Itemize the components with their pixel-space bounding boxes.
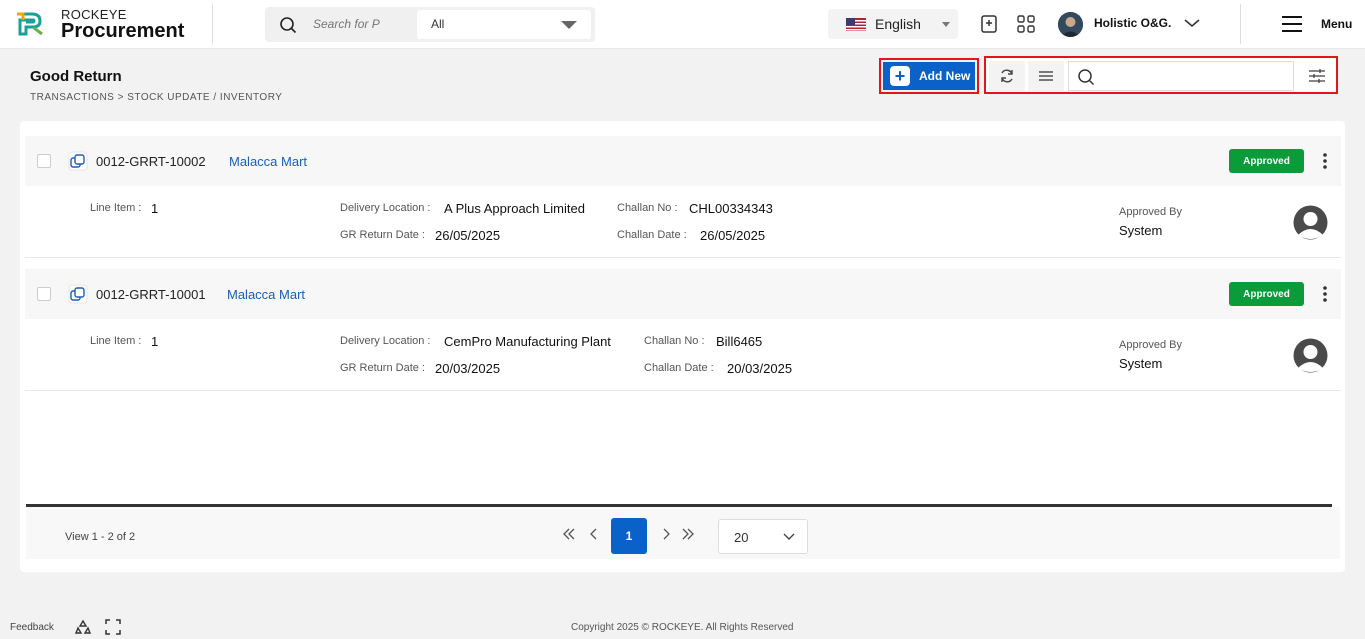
search-scope-value: All <box>431 17 445 31</box>
approved-by-label: Approved By <box>1119 339 1182 351</box>
fullscreen-icon[interactable] <box>105 619 121 635</box>
party-link[interactable]: Malacca Mart <box>229 154 307 169</box>
search-icon[interactable] <box>279 16 297 34</box>
challan-no-label: Challan No : <box>617 202 678 214</box>
kebab-icon[interactable] <box>1321 284 1329 304</box>
copy-icon[interactable] <box>68 284 88 304</box>
user-avatar-icon <box>1293 338 1328 373</box>
caret-down-icon <box>942 22 950 27</box>
user-name[interactable]: Holistic O&G. <box>1094 16 1171 30</box>
doc-number[interactable]: 0012-GRRT-10001 <box>96 287 206 302</box>
kebab-icon[interactable] <box>1321 151 1329 171</box>
chevron-down-icon <box>783 533 795 540</box>
delivery-location-label: Delivery Location : <box>340 202 431 214</box>
add-new-label: Add New <box>919 69 971 83</box>
last-page-icon[interactable] <box>681 527 695 541</box>
prev-page-icon[interactable] <box>587 527 601 541</box>
gr-return-date-label: GR Return Date : <box>340 229 425 241</box>
brand-main: Procurement <box>61 20 185 42</box>
copyright: Copyright 2025 © ROCKEYE. All Rights Res… <box>571 622 794 633</box>
search-icon <box>1078 69 1095 86</box>
delivery-location-value: CemPro Manufacturing Plant <box>444 334 611 349</box>
breadcrumb[interactable]: TRANSACTIONS > STOCK UPDATE / INVENTORY <box>30 92 282 103</box>
list-search <box>1068 61 1294 91</box>
party-link[interactable]: Malacca Mart <box>227 287 305 302</box>
first-page-icon[interactable] <box>562 527 576 541</box>
challan-date-label: Challan Date : <box>644 362 714 374</box>
gr-return-date-label: GR Return Date : <box>340 362 425 374</box>
next-page-icon[interactable] <box>659 527 673 541</box>
language-label: English <box>875 16 921 32</box>
copy-icon[interactable] <box>68 151 88 171</box>
user-avatar-icon <box>1293 205 1328 240</box>
search-scope-select[interactable]: All <box>417 10 591 39</box>
gr-return-date-value: 26/05/2025 <box>435 228 501 243</box>
caret-down-icon <box>561 21 577 29</box>
plus-icon: + <box>890 66 910 86</box>
global-search: All <box>265 7 595 42</box>
challan-date-value: 26/05/2025 <box>700 228 766 243</box>
list-icon <box>1039 71 1053 81</box>
feedback-link[interactable]: Feedback <box>10 622 54 633</box>
line-item-label: Line Item : <box>90 202 142 214</box>
hamburger-menu-icon[interactable] <box>1281 15 1303 33</box>
flag-us-icon <box>846 18 866 31</box>
challan-date-label: Challan Date : <box>617 229 687 241</box>
row-checkbox[interactable] <box>37 154 51 168</box>
record-details: Line Item : 1 Delivery Location : A Plus… <box>25 188 1341 258</box>
chevron-down-icon[interactable] <box>1183 17 1201 29</box>
record-details: Line Item : 1 Delivery Location : CemPro… <box>25 321 1341 391</box>
page-button-current[interactable]: 1 <box>611 518 647 554</box>
line-item-label: Line Item : <box>90 335 142 347</box>
challan-no-label: Challan No : <box>644 335 705 347</box>
approved-by-value: System <box>1119 356 1163 371</box>
user-photo-icon <box>1058 12 1083 37</box>
filter-sliders-icon <box>1309 69 1325 83</box>
list-search-input[interactable] <box>1099 67 1279 85</box>
filter-button[interactable] <box>1299 61 1335 91</box>
record-header: 0012-GRRT-10002 Malacca Mart Approved <box>25 136 1341 186</box>
header-divider <box>212 4 213 44</box>
pagination-bar: View 1 - 2 of 2 1 20 <box>26 507 1340 559</box>
gr-return-date-value: 20/03/2025 <box>435 361 501 376</box>
recycle-icon[interactable] <box>75 619 91 635</box>
bookmark-add-icon[interactable] <box>979 14 999 34</box>
line-item-value: 1 <box>151 201 159 216</box>
add-new-highlight: + Add New <box>879 58 979 94</box>
approved-by-label: Approved By <box>1119 206 1182 218</box>
menu-label[interactable]: Menu <box>1321 17 1352 31</box>
line-item-value: 1 <box>151 334 159 349</box>
delivery-location-value: A Plus Approach Limited <box>444 201 585 216</box>
page-title: Good Return <box>30 68 122 85</box>
approved-by-value: System <box>1119 223 1163 238</box>
per-page-select[interactable]: 20 <box>718 519 808 554</box>
apps-grid-icon[interactable] <box>1016 14 1036 34</box>
challan-no-value: Bill6465 <box>716 334 763 349</box>
header-divider <box>1240 4 1241 44</box>
rockeye-logo-icon[interactable] <box>14 10 46 36</box>
user-avatar[interactable] <box>1058 12 1083 37</box>
challan-date-value: 20/03/2025 <box>727 361 793 376</box>
top-header: ROCKEYE Procurement All English <box>0 0 1365 49</box>
doc-number[interactable]: 0012-GRRT-10002 <box>96 154 206 169</box>
row-checkbox[interactable] <box>37 287 51 301</box>
add-new-button[interactable]: + Add New <box>883 62 975 90</box>
list-toolbar <box>984 56 1338 94</box>
search-input[interactable] <box>313 15 383 33</box>
per-page-value: 20 <box>734 530 749 545</box>
list-view-button[interactable] <box>1028 61 1064 91</box>
records-card: 0012-GRRT-10002 Malacca Mart Approved Li… <box>20 121 1345 572</box>
challan-no-value: CHL00334343 <box>689 201 773 216</box>
status-badge: Approved <box>1229 282 1304 306</box>
refresh-icon <box>1001 69 1013 83</box>
record-header: 0012-GRRT-10001 Malacca Mart Approved <box>25 269 1341 319</box>
refresh-button[interactable] <box>989 61 1025 91</box>
status-badge: Approved <box>1229 149 1304 173</box>
language-selector[interactable]: English <box>828 9 958 39</box>
delivery-location-label: Delivery Location : <box>340 335 431 347</box>
view-count: View 1 - 2 of 2 <box>65 531 136 543</box>
